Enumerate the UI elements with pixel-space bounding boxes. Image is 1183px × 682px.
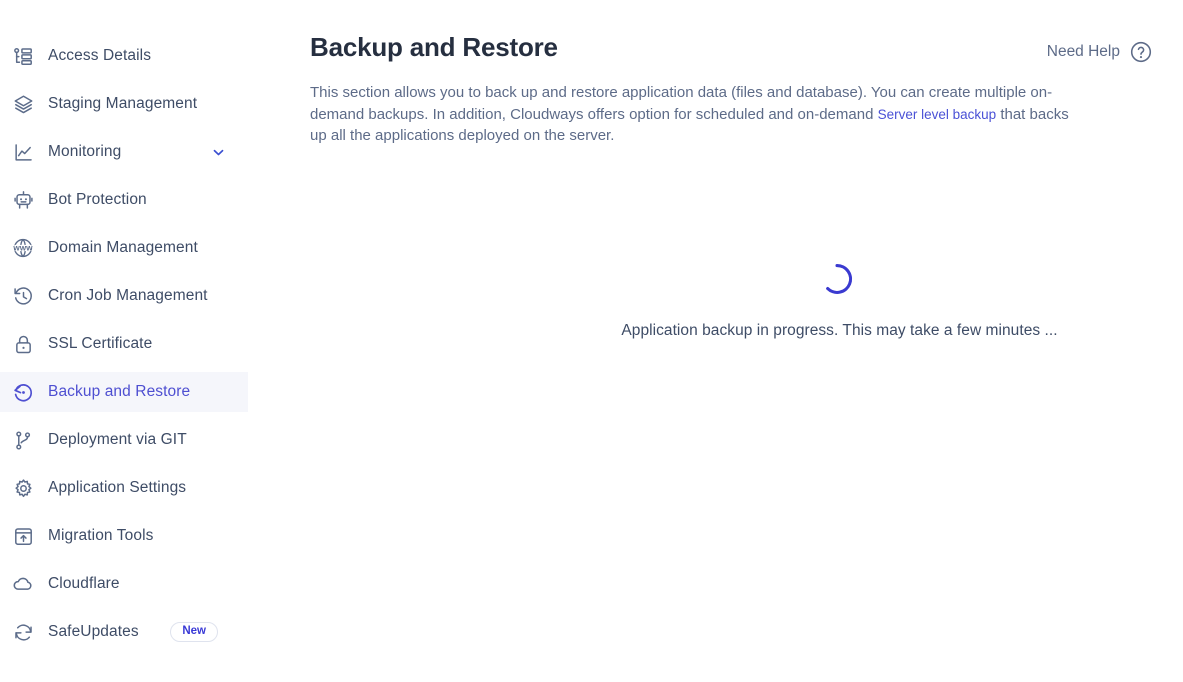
chevron-down-icon[interactable] [211,145,238,160]
layers-icon [12,93,34,115]
sidebar-item-safeupdates[interactable]: SafeUpdates New [0,612,248,652]
loading-spinner-icon [820,262,854,296]
svg-text:WWW: WWW [13,245,33,252]
sidebar-item-application-settings[interactable]: Application Settings [0,468,248,508]
question-circle-icon[interactable] [1129,40,1153,64]
sidebar-item-monitoring[interactable]: Monitoring [0,132,248,172]
chart-line-icon [12,141,34,163]
clock-history-icon [12,285,34,307]
sidebar-item-label: Deployment via GIT [48,431,187,448]
sidebar-item-bot-protection[interactable]: Bot Protection [0,180,248,220]
git-branch-icon [12,429,34,451]
sidebar-item-label: Access Details [48,47,152,64]
sidebar-item-label: SSL Certificate [48,335,153,352]
robot-icon [12,189,34,211]
restore-icon [12,381,34,403]
page-header: Backup and Restore Need Help [310,30,1153,64]
status-badge-new: New [170,621,218,643]
loading-message: Application backup in progress. This may… [621,322,1058,339]
sidebar-item-deployment-via-git[interactable]: Deployment via GIT [0,420,248,460]
sidebar-item-domain-management[interactable]: WWW Domain Management [0,228,248,268]
sidebar-item-label: Backup and Restore [48,383,191,400]
need-help-button[interactable]: Need Help [1047,40,1153,64]
sidebar-item-cloudflare[interactable]: Cloudflare [0,564,248,604]
migration-upload-icon [12,525,34,547]
sidebar-item-access-details[interactable]: Access Details [0,36,248,76]
www-globe-icon: WWW [12,237,34,259]
main-content: Backup and Restore Need Help This sectio… [248,0,1183,682]
sidebar-item-cron-job-management[interactable]: Cron Job Management [0,276,248,316]
sidebar-item-label: Cloudflare [48,575,120,592]
sidebar-item-label: Staging Management [48,95,198,112]
sidebar-item-label: Application Settings [48,479,187,496]
need-help-label: Need Help [1046,43,1120,60]
refresh-sync-icon [12,621,34,643]
sidebar-item-label: Monitoring [48,143,122,160]
sidebar-item-migration-tools[interactable]: Migration Tools [0,516,248,556]
sidebar-item-label: SafeUpdates [48,623,139,640]
sidebar-item-staging-management[interactable]: Staging Management [0,84,248,124]
sidebar-item-label: Cron Job Management [48,287,208,304]
sidebar-item-backup-and-restore[interactable]: Backup and Restore [0,372,248,412]
sidebar: Access Details Staging Management Monito… [0,0,248,682]
app-root: Access Details Staging Management Monito… [0,0,1183,682]
lock-icon [12,333,34,355]
page-title: Backup and Restore [310,32,558,62]
sidebar-item-ssl-certificate[interactable]: SSL Certificate [0,324,248,364]
sidebar-item-label: Bot Protection [48,191,147,208]
cloud-icon [12,573,34,595]
server-level-backup-link[interactable]: Server level backup [878,107,997,122]
loading-state: Application backup in progress. This may… [496,262,1183,340]
gear-icon [12,477,34,499]
access-details-icon [12,45,34,67]
sidebar-item-label: Domain Management [48,239,198,256]
sidebar-item-label: Migration Tools [48,527,154,544]
page-description: This section allows you to back up and r… [310,82,1078,147]
